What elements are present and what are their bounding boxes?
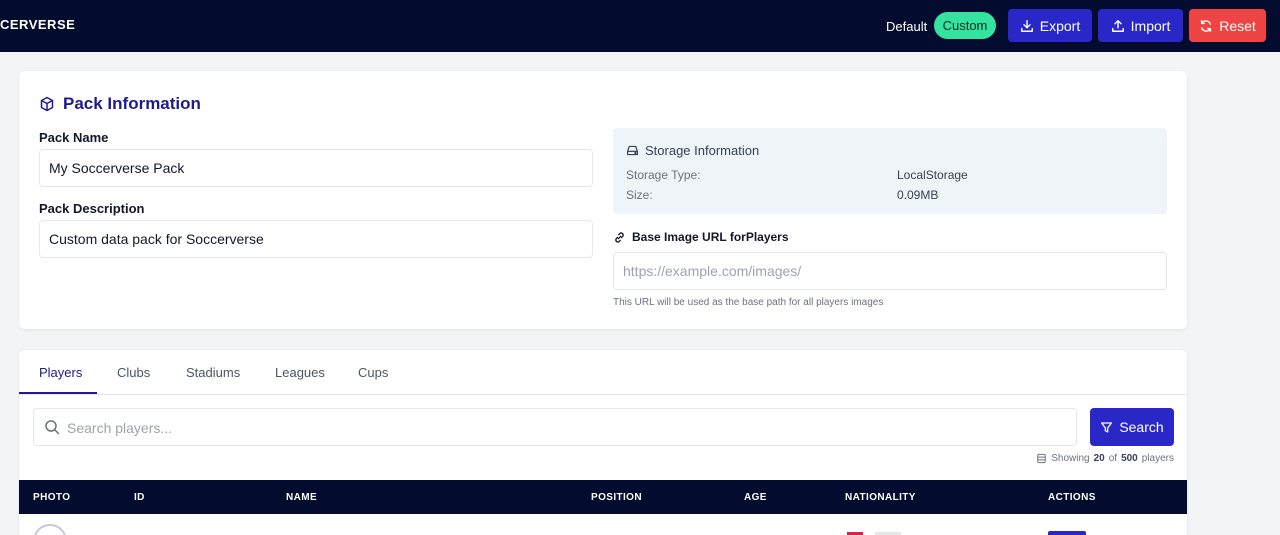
export-button[interactable]: Export: [1008, 9, 1092, 42]
tab-clubs[interactable]: Clubs: [117, 365, 150, 380]
search-button-label: Search: [1119, 419, 1164, 435]
refresh-icon: [1201, 19, 1212, 32]
column-header-id[interactable]: ID: [134, 492, 145, 503]
storage-size-key: Size:: [626, 188, 653, 202]
row-action-button[interactable]: [1048, 531, 1086, 535]
active-tab-indicator: [19, 392, 97, 394]
results-shown-count: 20: [1093, 453, 1105, 464]
column-header-position[interactable]: POSITION: [591, 492, 642, 503]
base-image-url-help: This URL will be used as the base path f…: [613, 297, 884, 308]
storage-information-panel: Storage Information Storage Type: LocalS…: [613, 128, 1167, 214]
pack-description-input[interactable]: Custom data pack for Soccerverse: [39, 220, 593, 258]
results-count: Showing 20 of 500 players: [1036, 453, 1174, 464]
mode-default-toggle[interactable]: Default: [886, 19, 927, 34]
pack-information-heading: Pack Information: [39, 94, 201, 114]
column-header-age[interactable]: AGE: [744, 492, 767, 503]
import-button[interactable]: Import: [1098, 9, 1183, 42]
tab-cups[interactable]: Cups: [358, 365, 388, 380]
storage-information-heading: Storage Information: [626, 143, 759, 158]
results-suffix: players: [1141, 453, 1174, 464]
mode-custom-toggle[interactable]: Custom: [934, 12, 996, 39]
results-prefix: Showing: [1051, 453, 1090, 464]
tab-leagues[interactable]: Leagues: [275, 365, 325, 380]
search-button[interactable]: Search: [1090, 408, 1174, 446]
reset-button[interactable]: Reset: [1189, 9, 1266, 42]
pack-information-title: Pack Information: [63, 94, 201, 113]
tab-stadiums[interactable]: Stadiums: [186, 365, 240, 380]
column-header-photo[interactable]: PHOTO: [33, 492, 70, 503]
results-of: of: [1108, 453, 1118, 464]
player-avatar: [33, 524, 67, 535]
column-header-nationality[interactable]: NATIONALITY: [845, 492, 916, 503]
filter-icon: [1101, 421, 1113, 433]
upload-icon: [1111, 19, 1124, 32]
pack-information-card: Pack Information Pack Name My Soccervers…: [19, 71, 1187, 329]
column-header-name[interactable]: NAME: [286, 492, 317, 503]
import-button-label: Import: [1130, 17, 1171, 34]
data-tables-card: Players Clubs Stadiums Leagues Cups Sear…: [19, 350, 1187, 535]
pack-name-label: Pack Name: [39, 130, 109, 145]
players-table-header: PHOTO ID NAME POSITION AGE NATIONALITY A…: [19, 480, 1187, 514]
link-icon: [615, 231, 624, 243]
storage-size-value: 0.09MB: [897, 188, 939, 202]
player-search-input[interactable]: Search players...: [33, 408, 1077, 446]
base-image-url-label: Base Image URL forPlayers: [613, 230, 789, 244]
export-button-label: Export: [1039, 17, 1081, 34]
search-icon: [45, 420, 60, 435]
pack-name-input[interactable]: My Soccerverse Pack: [39, 149, 593, 187]
tab-players[interactable]: Players: [39, 365, 82, 380]
cube-icon: [40, 96, 54, 112]
search-placeholder: Search players...: [67, 420, 173, 436]
pack-description-label: Pack Description: [39, 201, 145, 216]
reset-button-label: Reset: [1219, 17, 1256, 34]
download-icon: [1020, 19, 1033, 32]
brand-logo-text: CERVERSE: [0, 17, 76, 32]
top-navbar: CERVERSE Default Custom Export Import Re…: [0, 0, 1280, 52]
base-image-url-input[interactable]: https://example.com/images/: [613, 252, 1167, 290]
storage-type-value: LocalStorage: [897, 168, 968, 182]
column-header-actions: ACTIONS: [1048, 492, 1096, 503]
base-image-url-label-text: Base Image URL forPlayers: [632, 230, 789, 244]
storage-information-title: Storage Information: [645, 143, 760, 158]
hard-drive-icon: [627, 145, 638, 156]
results-total-count: 500: [1121, 453, 1138, 464]
data-tabs: Players Clubs Stadiums Leagues Cups: [19, 350, 1187, 395]
database-icon: [1037, 453, 1046, 464]
storage-type-key: Storage Type:: [626, 168, 701, 182]
